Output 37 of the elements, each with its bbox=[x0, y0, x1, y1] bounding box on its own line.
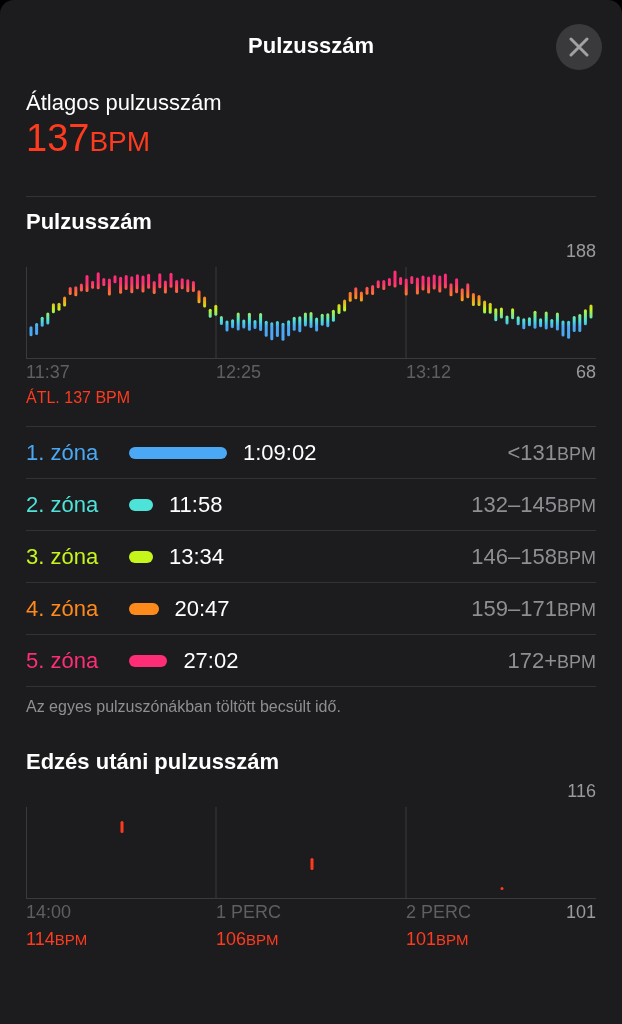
axis-label: 13:12 bbox=[406, 362, 452, 382]
axis-label: 2 PERC bbox=[406, 902, 472, 922]
average-label: ÁTL. 137 BPM bbox=[26, 389, 131, 406]
zone-range: 146–158BPM bbox=[471, 543, 596, 571]
close-icon bbox=[569, 37, 589, 57]
axis-label: 188 bbox=[565, 240, 596, 263]
footnote: Az egyes pulzuszónákban töltött becsült idő. bbox=[26, 697, 342, 717]
zone-range: 132–145BPM bbox=[471, 491, 596, 519]
zone-range: 172+BPM bbox=[507, 647, 596, 675]
axis-label: 116 bbox=[567, 780, 596, 803]
average-value: 137BPM bbox=[26, 116, 152, 161]
zone-duration: 20:47 bbox=[174, 595, 230, 623]
zone-label: 3. zóna bbox=[26, 543, 100, 571]
zone-duration: 1:09:02 bbox=[243, 439, 317, 467]
zone-range: 159–171BPM bbox=[471, 595, 596, 623]
section-title: Edzés utáni pulzusszám bbox=[26, 748, 281, 776]
zone-label: 5. zóna bbox=[26, 647, 100, 675]
axis-label: 101 bbox=[565, 901, 596, 924]
axis-label: 12:25 bbox=[216, 362, 262, 382]
recovery-reading: 101BPM bbox=[406, 929, 469, 949]
recovery-reading: 106BPM bbox=[216, 929, 279, 949]
zone-label: 1. zóna bbox=[26, 439, 100, 467]
sheet-title: Pulzusszám bbox=[248, 31, 374, 60]
axis-label: 68 bbox=[575, 361, 596, 384]
axis-label: 14:00 bbox=[26, 902, 72, 922]
average-label: Átlagos pulzusszám bbox=[26, 90, 223, 116]
zone-duration: 13:34 bbox=[169, 543, 225, 571]
zone-range: <131BPM bbox=[507, 439, 596, 467]
zone-label: 2. zóna bbox=[26, 491, 100, 519]
close-button[interactable] bbox=[556, 24, 602, 70]
zone-duration: 11:58 bbox=[169, 491, 223, 519]
section-title: Pulzusszám bbox=[26, 208, 153, 236]
zone-label: 4. zóna bbox=[26, 595, 100, 623]
axis-label: 11:37 bbox=[26, 362, 70, 382]
recovery-reading: 114BPM bbox=[26, 929, 88, 949]
axis-label: 1 PERC bbox=[216, 902, 282, 922]
zone-duration: 27:02 bbox=[183, 647, 239, 675]
